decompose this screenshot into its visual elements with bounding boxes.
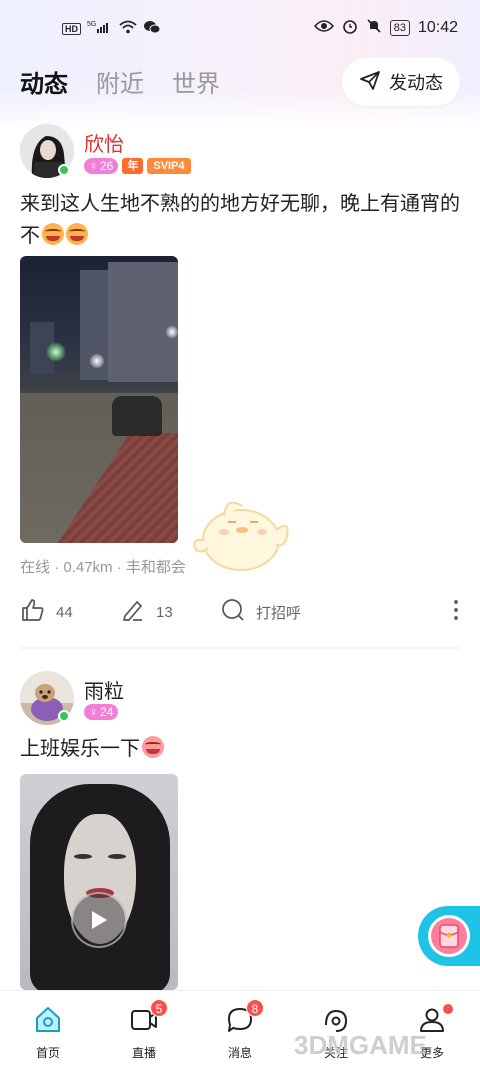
year-badge: 年 — [122, 158, 144, 174]
status-right: 83 10:42 — [313, 18, 458, 37]
nav-home-label: 首页 — [35, 1046, 60, 1060]
post-text-content: 上班娱乐一下 — [20, 738, 140, 760]
mute-icon — [366, 18, 382, 37]
wifi-icon — [119, 20, 137, 37]
nav-live[interactable]: 5 直播 — [96, 991, 192, 1067]
nav-messages[interactable]: 8 消息 — [192, 991, 288, 1067]
post-text: 来到这人生地不熟的的地方好无聊，晚上有通宵的不 — [20, 188, 470, 252]
greet-label: 打招呼 — [256, 604, 302, 622]
wechat-icon — [143, 20, 161, 37]
chat-bubble-icon — [220, 597, 246, 627]
red-packet-icon — [428, 915, 470, 957]
svip-badge: SVIP4 — [147, 158, 191, 174]
post-meta: 在线 · 0.47km · 丰和都会 — [20, 556, 186, 577]
battery-indicator: 83 — [389, 19, 410, 36]
like-button[interactable]: 44 — [20, 597, 120, 627]
more-options-icon[interactable] — [452, 598, 460, 626]
status-time: 10:42 — [417, 18, 458, 36]
laugh-emoji-icon — [66, 223, 88, 245]
status-bar: HD 5G 83 10:42 — [0, 0, 480, 56]
post-video-thumbnail[interactable] — [20, 774, 178, 990]
messages-badge: 8 — [246, 999, 264, 1017]
user-badges: ♀ 26 年 SVIP4 — [84, 158, 191, 174]
distance: 0.47km — [63, 559, 113, 576]
meta-separator: · — [54, 559, 64, 576]
post-photo[interactable] — [20, 256, 178, 543]
more-notification-dot — [442, 1003, 454, 1015]
post-username[interactable]: 雨粒 — [84, 675, 124, 704]
laugh-emoji-icon — [42, 223, 64, 245]
angry-emoji-icon — [142, 736, 164, 758]
floating-red-packet-button[interactable] — [418, 906, 480, 966]
comment-button[interactable]: 13 — [120, 597, 220, 627]
eye-status-icon — [313, 19, 334, 36]
tab-nearby[interactable]: 附近 — [96, 64, 144, 99]
age-badge: ♀ 26 — [84, 158, 119, 174]
female-icon: ♀ — [89, 159, 98, 173]
comment-count: 13 — [156, 603, 173, 621]
night-street-photo — [20, 256, 178, 543]
nav-live-label: 直播 — [131, 1046, 156, 1060]
online-indicator — [58, 164, 70, 176]
live-badge: 5 — [150, 999, 168, 1017]
home-icon — [33, 1005, 63, 1040]
post-username[interactable]: 欣怡 — [84, 128, 124, 157]
post-moment-button[interactable]: 发动态 — [342, 58, 460, 106]
hd-badge: HD — [62, 22, 81, 35]
age-value: 26 — [100, 159, 114, 173]
nav-home[interactable]: 首页 — [0, 991, 96, 1067]
post-divider — [20, 647, 460, 649]
feed-tabs: 动态 附近 世界 — [20, 64, 220, 99]
portrait-photo — [20, 774, 178, 990]
post-moment-label: 发动态 — [389, 73, 443, 93]
tab-moments[interactable]: 动态 — [20, 64, 68, 99]
send-icon — [359, 69, 381, 96]
nav-messages-label: 消息 — [227, 1046, 252, 1060]
online-status: 在线 — [20, 559, 51, 576]
site-watermark: 3DMGAME — [294, 1030, 427, 1060]
user-badges: ♀ 24 — [84, 704, 119, 720]
status-left: HD 5G — [62, 20, 161, 37]
tab-world[interactable]: 世界 — [172, 64, 220, 99]
meta-separator: · — [116, 559, 126, 576]
mascot-watermark-icon — [186, 488, 296, 578]
thumbs-up-icon — [20, 597, 46, 627]
play-icon[interactable] — [71, 892, 127, 948]
like-count: 44 — [56, 603, 73, 621]
location: 丰和都会 — [125, 559, 186, 576]
alarm-icon — [342, 18, 358, 37]
signal-icon: 5G — [87, 20, 113, 37]
age-badge: ♀ 24 — [84, 704, 119, 720]
post-actions: 44 13 打招呼 — [20, 597, 460, 627]
age-value: 24 — [100, 705, 114, 719]
online-indicator — [58, 710, 70, 722]
pencil-icon — [120, 597, 146, 627]
svg-text:5G: 5G — [87, 21, 96, 28]
female-icon: ♀ — [89, 705, 98, 719]
post-text: 上班娱乐一下 — [20, 733, 470, 765]
greet-button[interactable]: 打招呼 — [220, 597, 340, 627]
